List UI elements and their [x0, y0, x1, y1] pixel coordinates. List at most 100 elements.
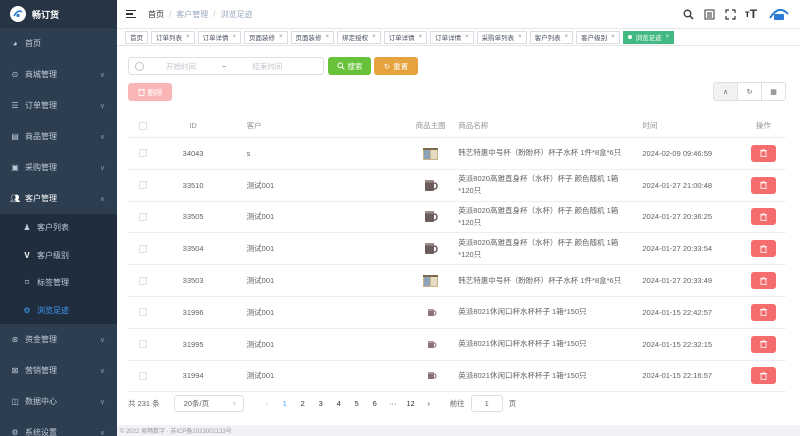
page-size-select[interactable]: 20条/页 ∨	[173, 394, 244, 412]
product-thumbnail[interactable]	[422, 145, 439, 162]
close-icon[interactable]: ×	[233, 34, 237, 40]
row-checkbox[interactable]	[138, 276, 147, 285]
goods-icon: ▤	[11, 132, 19, 141]
close-icon[interactable]: ×	[372, 34, 376, 40]
product-thumbnail[interactable]	[422, 240, 439, 257]
reset-button[interactable]: ↻ 重置	[374, 57, 418, 75]
sidebar-item-goods[interactable]: ▤ 商品管理 ∨	[0, 121, 117, 152]
tag-page-decoration[interactable]: 页面装修 ×	[244, 30, 288, 44]
sidebar-item-customer-list[interactable]: ♟ 客户列表	[0, 214, 117, 242]
sidebar-item-purchase[interactable]: ▣ 采购管理 ∨	[0, 152, 117, 183]
sidebar-item-funds[interactable]: ⊛ 资金管理 ∨	[0, 324, 117, 355]
close-icon[interactable]: ×	[611, 34, 615, 40]
tag-bind-auth[interactable]: 绑定授权 ×	[337, 30, 381, 44]
trash-icon	[137, 89, 145, 96]
sidebar-item-shop[interactable]: ⊙ 商城管理 ∨	[0, 59, 117, 90]
row-delete-button[interactable]	[750, 303, 776, 321]
page-5[interactable]: 5	[348, 399, 366, 408]
sidebar-item-tags[interactable]: ⌑ 标签管理	[0, 269, 117, 297]
avatar[interactable]	[766, 5, 792, 23]
columns-button[interactable]: ▦	[761, 82, 786, 101]
close-icon[interactable]: ×	[326, 34, 330, 40]
close-icon[interactable]: ×	[518, 34, 522, 40]
fullscreen-icon[interactable]	[724, 8, 736, 20]
row-checkbox[interactable]	[138, 212, 147, 221]
bulk-delete-button[interactable]: 删除	[128, 83, 172, 101]
font-size-icon[interactable]: тT	[745, 7, 757, 21]
product-thumbnail[interactable]	[422, 336, 439, 353]
chevron-down-icon: ∨	[232, 400, 237, 407]
next-page-button[interactable]: ›	[420, 399, 438, 408]
page-2[interactable]: 2	[294, 399, 312, 408]
breadcrumb-home[interactable]: 首页	[148, 9, 164, 20]
close-icon[interactable]: ×	[279, 34, 283, 40]
tag-purchase-list[interactable]: 采购单列表 ×	[476, 30, 527, 44]
sidebar-item-settings[interactable]: ⚙ 系统设置 ∨	[0, 417, 117, 436]
sidebar-item-footprint[interactable]: ⚙ 浏览足迹	[0, 297, 117, 325]
search-button[interactable]: 搜索	[328, 57, 371, 75]
start-date-input[interactable]: 开始时间	[166, 61, 196, 72]
goto-page-input[interactable]: 1	[470, 394, 503, 412]
row-checkbox[interactable]	[138, 244, 147, 253]
page-1[interactable]: 1	[276, 399, 294, 408]
tag-home[interactable]: 首页	[125, 30, 148, 44]
search-icon[interactable]	[682, 8, 694, 20]
product-thumbnail[interactable]	[422, 367, 439, 384]
close-icon[interactable]: ×	[465, 34, 469, 40]
tag-customer-level[interactable]: 客户级别 ×	[576, 30, 620, 44]
close-icon[interactable]: ×	[186, 34, 190, 40]
close-icon[interactable]: ×	[565, 34, 569, 40]
row-delete-button[interactable]	[750, 335, 776, 353]
prev-page-button[interactable]: ‹	[258, 399, 276, 408]
page-6[interactable]: 6	[366, 399, 384, 408]
row-delete-button[interactable]	[750, 367, 776, 385]
tag-order-detail[interactable]: 订单详情 ×	[197, 30, 242, 44]
tag-order-detail[interactable]: 订单详情 ×	[430, 30, 474, 44]
date-range-picker[interactable]: 开始时间 ~ 结束时间	[128, 57, 324, 75]
page-ellipsis[interactable]: ···	[384, 399, 402, 408]
sidebar-item-orders[interactable]: ☰ 订单管理 ∨	[0, 90, 117, 121]
product-thumbnail[interactable]	[422, 304, 439, 321]
table-row: 33504 测试001 英派8020高雅直身杯（水杯）杯子 颜色随机 1箱*120只…	[128, 233, 786, 266]
row-checkbox[interactable]	[138, 308, 147, 317]
document-icon[interactable]	[703, 8, 715, 20]
page-3[interactable]: 3	[312, 399, 330, 408]
row-checkbox[interactable]	[138, 340, 147, 349]
row-checkbox[interactable]	[138, 181, 147, 190]
product-thumbnail[interactable]	[422, 272, 439, 289]
close-icon[interactable]: ×	[666, 34, 670, 40]
trash-icon	[759, 213, 767, 221]
tag-order-list[interactable]: 订单列表 ×	[151, 30, 195, 44]
tag-page-decoration[interactable]: 页面装修 ×	[290, 30, 335, 44]
row-delete-button[interactable]	[750, 240, 776, 258]
select-all-checkbox[interactable]	[138, 121, 147, 130]
sidebar-item-home[interactable]: ◕ 首页	[0, 28, 117, 59]
end-date-input[interactable]: 结束时间	[252, 61, 282, 72]
sidebar-item-data[interactable]: ◫ 数据中心 ∨	[0, 386, 117, 417]
sidebar-item-customer-level[interactable]: V 客户级别	[0, 242, 117, 270]
cell-id: 34043	[182, 148, 204, 158]
tag-order-detail[interactable]: 订单详情 ×	[383, 30, 428, 44]
sidebar-item-customers[interactable]: 👥︎ 客户管理 ∧	[0, 183, 117, 214]
row-checkbox[interactable]	[138, 371, 147, 380]
tag-footprint[interactable]: 浏览足迹 ×	[622, 30, 675, 44]
refresh-button[interactable]: ↻	[737, 82, 762, 101]
table-row: 31995 测试001 英派8021休闲口杯水杯杯子 1箱*150只 2024-01-…	[128, 329, 786, 361]
row-checkbox[interactable]	[138, 149, 147, 158]
collapse-search-button[interactable]: ∧	[713, 82, 738, 101]
product-thumbnail[interactable]	[422, 208, 439, 225]
page-12[interactable]: 12	[402, 399, 420, 408]
cell-id: 31995	[182, 339, 204, 349]
sidebar-item-marketing[interactable]: ⊠ 营销管理 ∨	[0, 355, 117, 386]
row-delete-button[interactable]	[750, 176, 776, 194]
product-thumbnail[interactable]	[422, 177, 439, 194]
row-delete-button[interactable]	[750, 208, 776, 226]
row-delete-button[interactable]	[750, 144, 776, 162]
brand[interactable]: 畅订货	[0, 0, 117, 28]
row-delete-button[interactable]	[750, 272, 776, 290]
page-4[interactable]: 4	[330, 399, 348, 408]
hamburger-icon[interactable]	[126, 9, 136, 19]
v-letter-icon: V	[24, 250, 30, 260]
tag-customer-list[interactable]: 客户列表 ×	[529, 30, 574, 44]
close-icon[interactable]: ×	[419, 34, 423, 40]
